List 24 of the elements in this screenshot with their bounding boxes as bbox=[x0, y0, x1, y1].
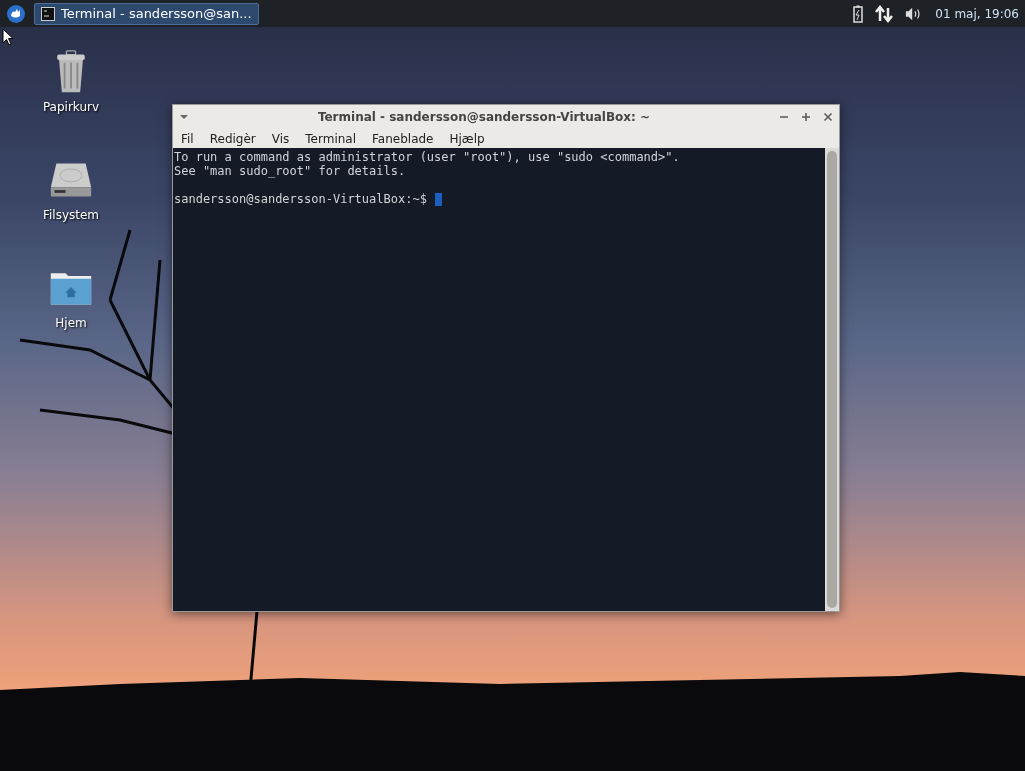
menu-item[interactable]: Fil bbox=[181, 131, 194, 146]
app-menu-icon[interactable] bbox=[6, 3, 26, 24]
network-icon[interactable] bbox=[875, 4, 894, 23]
maximize-icon[interactable] bbox=[801, 112, 811, 122]
terminal-icon bbox=[41, 6, 55, 21]
battery-icon[interactable] bbox=[853, 4, 864, 23]
menu-item[interactable]: Redigèr bbox=[209, 131, 256, 146]
taskbar-button[interactable]: Terminal - sandersson@san... bbox=[34, 2, 259, 25]
menu-item[interactable]: Vis bbox=[271, 131, 290, 146]
menu-item[interactable]: Hjælp bbox=[449, 131, 485, 146]
desktop-icon-label[interactable]: Hjem bbox=[55, 316, 87, 330]
terminal-output-line: See "man sudo_root" for details. bbox=[174, 164, 407, 178]
menu-item[interactable]: Terminal bbox=[305, 131, 357, 146]
menu-item[interactable]: Faneblade bbox=[372, 131, 434, 146]
mouse-pointer-icon bbox=[2, 28, 14, 46]
desktop-icon-label[interactable]: Papirkurv bbox=[42, 100, 100, 114]
terminal-output-line: To run a command as administrator (user "root"), use "sudo <command>". bbox=[174, 150, 681, 164]
window-menu-caret-icon[interactable] bbox=[179, 112, 189, 122]
window-title: Terminal - sandersson@sandersson-VirtualBox: ~ bbox=[316, 110, 652, 124]
desktop-icon-label[interactable]: Filsystem bbox=[42, 208, 100, 222]
text-cursor bbox=[434, 192, 442, 206]
clock[interactable]: 01 maj, 19:06 bbox=[935, 6, 1019, 21]
close-icon[interactable] bbox=[823, 112, 833, 122]
shell-prompt: sandersson@sandersson-VirtualBox:~$ bbox=[174, 192, 427, 206]
